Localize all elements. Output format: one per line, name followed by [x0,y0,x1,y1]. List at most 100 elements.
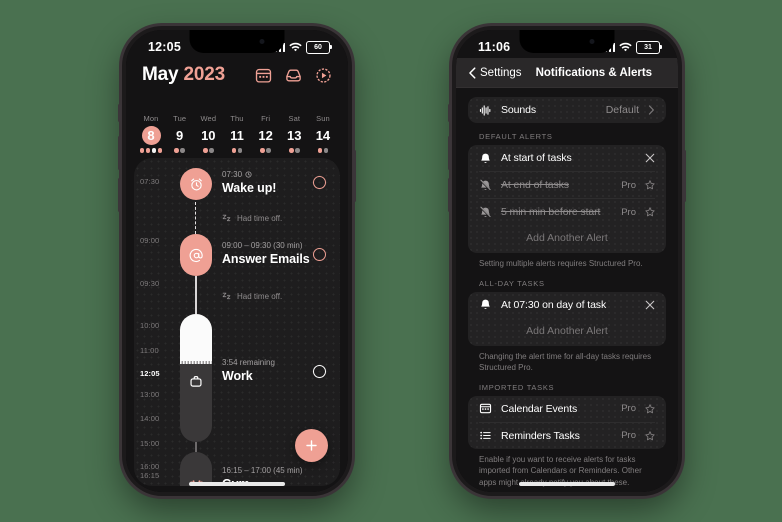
star-icon[interactable] [645,404,655,414]
timeline-connector-dashed [195,202,198,234]
day-dots [195,148,221,153]
calendar-small-icon [479,404,492,414]
event-pill-answer-emails[interactable] [180,234,212,276]
imported-label: Calendar Events [501,402,578,415]
day-name: Sat [288,114,301,123]
bell-slash-icon [480,179,491,191]
inbox-icon[interactable] [285,67,302,84]
timer-play-icon[interactable] [315,67,332,84]
time-label: 13:00 [140,390,160,399]
imported-row-calendar-events[interactable]: Calendar Events Pro [468,396,666,422]
time-label: 10:00 [140,321,160,330]
day-number: 13 [287,128,302,143]
day-cell-fri[interactable]: Fri 12 [253,114,279,154]
star-icon[interactable] [645,180,655,190]
timeline-connector-solid [195,276,197,314]
status-time: 12:05 [148,40,181,54]
calendar-icon[interactable] [255,67,272,84]
back-button[interactable]: Settings [468,67,522,79]
day-cell-thu[interactable]: Thu 11 [224,114,250,154]
front-camera-icon [589,39,595,44]
alert-row-all-day[interactable]: At 07:30 on day of task [468,292,666,318]
event-checkbox-answer-emails[interactable] [313,248,326,261]
event-time: 3:54 remaining [222,358,275,367]
pro-badge: Pro [621,206,636,218]
volume-up-button[interactable] [448,136,451,170]
page-title: May 2023 [142,64,225,86]
home-indicator[interactable] [189,482,285,486]
list-icon [480,432,491,440]
power-button[interactable] [353,150,356,202]
day-dots [253,148,279,153]
bell-slash-icon [480,206,491,218]
settings-notifications-screen: 11:06 31 Settings Notifications & Alerts… [456,30,678,492]
section-title-all-day-tasks: ALL-DAY TASKS [479,278,545,288]
volume-down-button[interactable] [448,178,451,212]
star-icon[interactable] [645,207,655,217]
volume-up-button[interactable] [118,136,121,170]
repeat-icon [245,171,252,178]
day-number: 10 [201,128,216,143]
calendar-header: May 2023 [126,58,348,86]
all-day-tasks-footnote: Changing the alert time for all-day task… [479,351,652,373]
month-label: May [142,64,179,85]
day-name: Wed [200,114,217,123]
event-title: Answer Emails [222,252,310,266]
star-icon[interactable] [645,431,655,441]
alert-row-at-start[interactable]: At start of tasks [468,145,666,171]
wifi-icon [619,42,632,51]
pro-badge: Pro [621,179,636,191]
add-task-button[interactable] [295,429,328,462]
notch [189,30,285,53]
alert-row-5-min-before[interactable]: 5 min min before start Pro [468,199,666,225]
imported-label: Reminders Tasks [501,429,580,442]
event-pill-work[interactable] [180,314,212,442]
gap-note-text: Had time off. [237,291,283,301]
imported-tasks-card: Calendar Events Pro Reminders Tasks Pro [468,395,666,449]
add-another-alert-button[interactable]: Add Another Alert [468,225,666,253]
header-actions [255,67,332,84]
add-another-alert-button[interactable]: Add Another Alert [468,318,666,346]
day-cell-sat[interactable]: Sat 13 [281,114,307,154]
event-checkbox-wake-up[interactable] [313,176,326,189]
event-text-work[interactable]: 3:54 remaining Work [222,358,275,383]
day-cell-tue[interactable]: Tue 9 [167,114,193,154]
time-label: 14:00 [140,414,160,423]
event-text-wake-up[interactable]: 07:30 Wake up! [222,170,276,195]
gap-note-1: Had time off. [222,213,282,223]
event-pill-gym[interactable] [180,452,212,486]
structured-calendar-app: 12:05 60 May 2023 Mon 8 Tue 9 Wed 10 Thu… [126,30,348,492]
sounds-label: Sounds [501,104,537,116]
phone-right-bezel: 11:06 31 Settings Notifications & Alerts… [456,30,678,492]
current-time-label: 12:05 [140,369,160,378]
default-alerts-card: At start of tasks At end of tasks Pro 5 … [468,145,666,253]
power-button[interactable] [683,150,686,202]
day-cell-wed[interactable]: Wed 10 [195,114,221,154]
home-indicator[interactable] [519,482,615,486]
event-text-answer-emails[interactable]: 09:00 – 09:30 (30 min) Answer Emails [222,241,310,266]
day-number: 11 [230,128,244,143]
imported-row-reminders-tasks[interactable]: Reminders Tasks Pro [468,423,666,449]
event-checkbox-work[interactable] [313,365,326,378]
alert-label: At end of tasks [501,179,569,191]
sounds-row[interactable]: Sounds Default [468,97,666,123]
section-title-imported-tasks: IMPORTED TASKS [479,382,555,392]
battery-icon: 60 [306,40,332,54]
week-strip: Mon 8 Tue 9 Wed 10 Thu 11 Fri 12 Sat 13 … [126,114,348,154]
close-icon[interactable] [645,300,655,310]
day-dots [224,148,250,153]
timeline[interactable]: 07:30 09:00 09:30 10:00 11:00 12:05 13:0… [134,158,340,486]
silent-switch[interactable] [118,104,121,122]
silent-switch[interactable] [448,104,451,122]
volume-down-button[interactable] [118,178,121,212]
close-icon[interactable] [645,153,655,163]
phone-right-screen: 11:06 31 Settings Notifications & Alerts… [456,30,678,492]
alert-row-at-end[interactable]: At end of tasks Pro [468,172,666,198]
day-number: 8 [141,126,161,145]
time-label: 07:30 [140,177,160,186]
day-name: Tue [173,114,187,123]
day-cell-sun[interactable]: Sun 14 [310,114,336,154]
battery-icon: 31 [636,40,662,54]
event-pill-wake-up[interactable] [180,168,212,200]
day-cell-mon[interactable]: Mon 8 [138,114,164,154]
